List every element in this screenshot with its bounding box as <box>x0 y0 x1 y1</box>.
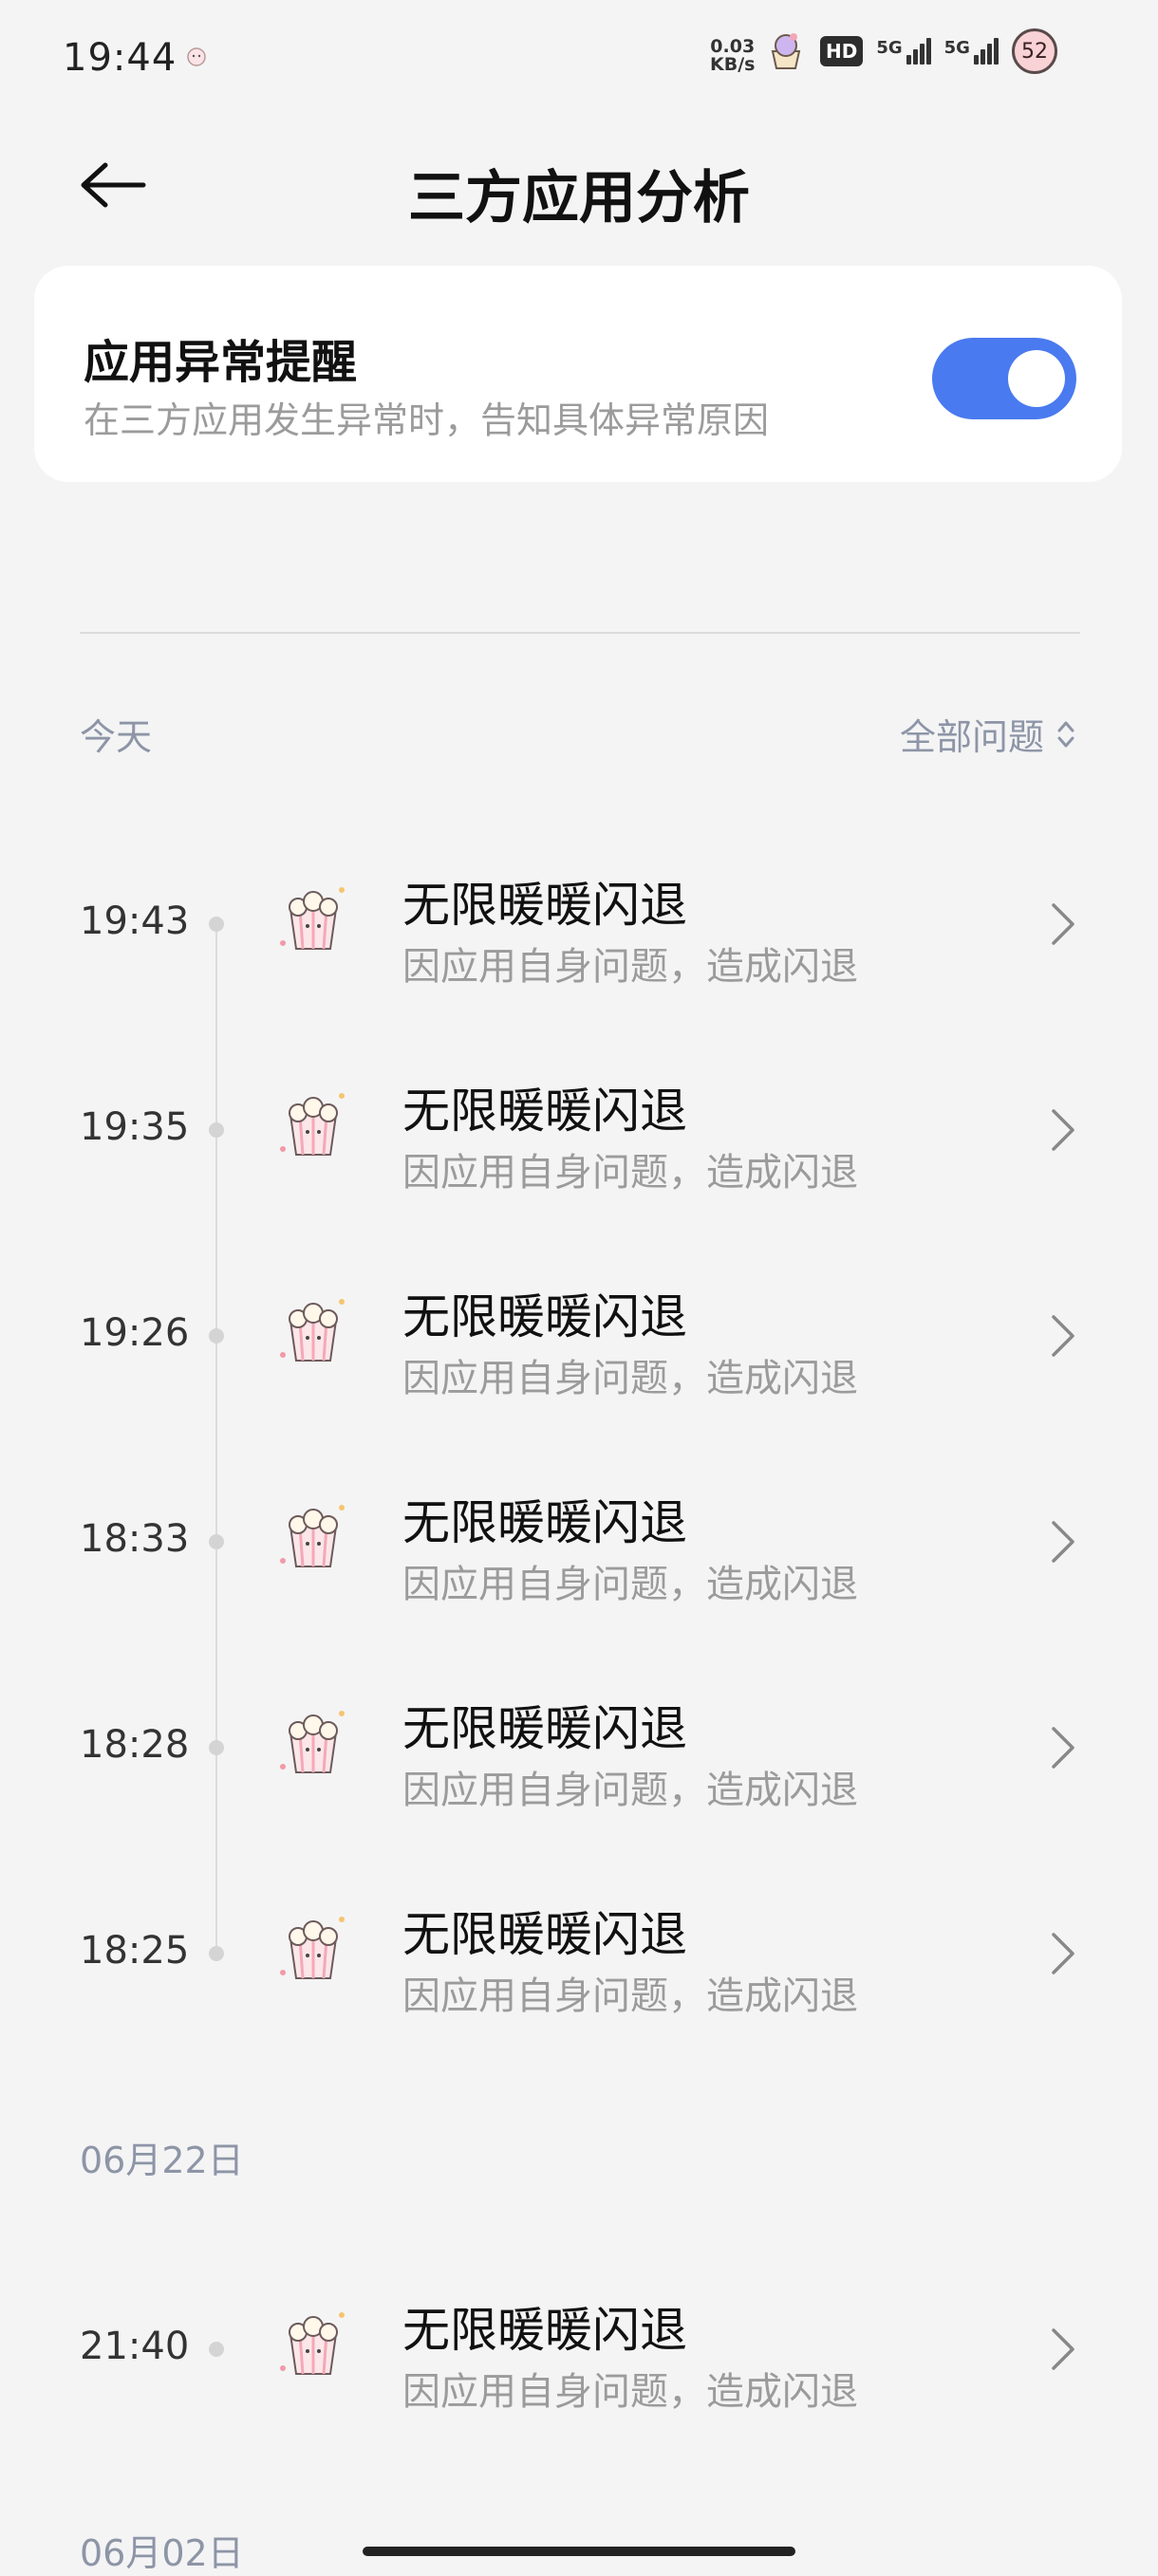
signal-sim2-label: 5G <box>943 38 970 58</box>
timeline-dot <box>209 917 224 932</box>
row-subtitle: 因应用自身问题，造成闪退 <box>402 1563 858 1606</box>
filter-label: 全部问题 <box>899 716 1044 758</box>
row-subtitle: 因应用自身问题，造成闪退 <box>402 1974 858 2018</box>
alert-toggle-switch[interactable] <box>932 338 1076 419</box>
chevron-right-icon <box>1052 1933 1074 1974</box>
timeline-dot <box>209 1534 224 1549</box>
row-time: 19:26 <box>80 1311 190 1355</box>
filter-dropdown[interactable]: 全部问题 <box>900 708 1076 760</box>
row-time: 21:40 <box>80 2325 190 2368</box>
app-popcorn-icon <box>280 2312 345 2375</box>
row-time: 19:43 <box>80 899 190 943</box>
app-popcorn-icon <box>280 1093 345 1156</box>
row-time: 18:25 <box>80 1929 190 1973</box>
chevron-right-icon <box>1052 1727 1074 1769</box>
updown-chevron-icon <box>1057 721 1074 747</box>
app-alert-card: 应用异常提醒 在三方应用发生异常时，告知具体异常原因 <box>34 266 1122 482</box>
app-popcorn-icon <box>280 1711 345 1773</box>
row-time: 18:33 <box>80 1517 190 1561</box>
row-subtitle: 因应用自身问题，造成闪退 <box>402 945 858 989</box>
row-title: 无限暖暖闪退 <box>402 2303 687 2358</box>
row-subtitle: 因应用自身问题，造成闪退 <box>402 1151 858 1195</box>
app-popcorn-icon <box>280 1505 345 1567</box>
app-popcorn-icon <box>280 1299 345 1362</box>
chevron-right-icon <box>1052 1315 1074 1357</box>
signal-sim1-icon: 5G <box>876 38 931 65</box>
battery-icon: 52 <box>1011 28 1057 74</box>
battery-level: 52 <box>1020 39 1048 64</box>
section-label-date: 06月02日 <box>80 2532 244 2574</box>
chevron-right-icon <box>1052 1109 1074 1151</box>
section-label-date: 06月22日 <box>80 2140 244 2181</box>
chevron-right-icon <box>1052 2328 1074 2370</box>
crash-record-row[interactable]: 19:26 无限暖暖闪退 因应用自身问题，造成闪退 <box>0 1249 1158 1419</box>
status-icons: HD 5G 5G 52 <box>765 28 1057 74</box>
status-time: 19:44 <box>63 36 177 80</box>
notification-sticker-icon <box>187 47 206 66</box>
hd-voice-badge: HD <box>820 36 864 66</box>
toggle-knob <box>1008 350 1065 407</box>
status-bar: 19:44 0.03 KB/s HD 5G 5G 52 <box>0 0 1158 114</box>
row-title: 无限暖暖闪退 <box>402 1495 687 1550</box>
row-title: 无限暖暖闪退 <box>402 1289 687 1344</box>
row-title: 无限暖暖闪退 <box>402 1701 687 1756</box>
app-popcorn-icon <box>280 887 345 950</box>
row-title: 无限暖暖闪退 <box>402 1084 687 1139</box>
row-subtitle: 因应用自身问题，造成闪退 <box>402 1769 858 1812</box>
crash-record-row[interactable]: 18:33 无限暖暖闪退 因应用自身问题，造成闪退 <box>0 1455 1158 1625</box>
signal-sim2-icon: 5G <box>944 38 999 65</box>
row-time: 19:35 <box>80 1105 190 1149</box>
timeline-dot <box>209 1946 224 1961</box>
timeline-dot <box>209 1328 224 1344</box>
network-speed: 0.03 KB/s <box>710 38 755 74</box>
crash-record-row[interactable]: 19:35 无限暖暖闪退 因应用自身问题，造成闪退 <box>0 1043 1158 1214</box>
app-popcorn-icon <box>280 1917 345 1979</box>
row-subtitle: 因应用自身问题，造成闪退 <box>402 2370 858 2414</box>
timeline-dot <box>209 1740 224 1755</box>
cupcake-sticker-icon <box>771 33 801 69</box>
row-title: 无限暖暖闪退 <box>402 878 687 933</box>
signal-sim1-label: 5G <box>876 38 903 58</box>
alert-setting-title: 应用异常提醒 <box>84 336 358 389</box>
crash-record-row[interactable]: 18:28 无限暖暖闪退 因应用自身问题，造成闪退 <box>0 1660 1158 1831</box>
alert-setting-description: 在三方应用发生异常时，告知具体异常原因 <box>84 399 770 441</box>
chevron-right-icon <box>1052 1521 1074 1563</box>
crash-record-row[interactable]: 19:43 无限暖暖闪退 因应用自身问题，造成闪退 <box>0 837 1158 1008</box>
home-indicator[interactable] <box>363 2547 795 2556</box>
crash-record-row[interactable]: 21:40 无限暖暖闪退 因应用自身问题，造成闪退 <box>0 2262 1158 2433</box>
section-label-today: 今天 <box>80 716 153 758</box>
chevron-right-icon <box>1052 903 1074 945</box>
timeline-dot <box>209 1122 224 1138</box>
row-subtitle: 因应用自身问题，造成闪退 <box>402 1357 858 1400</box>
header: 三方应用分析 <box>0 133 1158 237</box>
divider <box>80 632 1080 634</box>
crash-record-row[interactable]: 18:25 无限暖暖闪退 因应用自身问题，造成闪退 <box>0 1866 1158 2037</box>
row-time: 18:28 <box>80 1723 190 1767</box>
row-title: 无限暖暖闪退 <box>402 1907 687 1962</box>
network-speed-unit: KB/s <box>710 54 756 75</box>
page-title: 三方应用分析 <box>408 165 750 232</box>
timeline-dot <box>209 2342 224 2357</box>
